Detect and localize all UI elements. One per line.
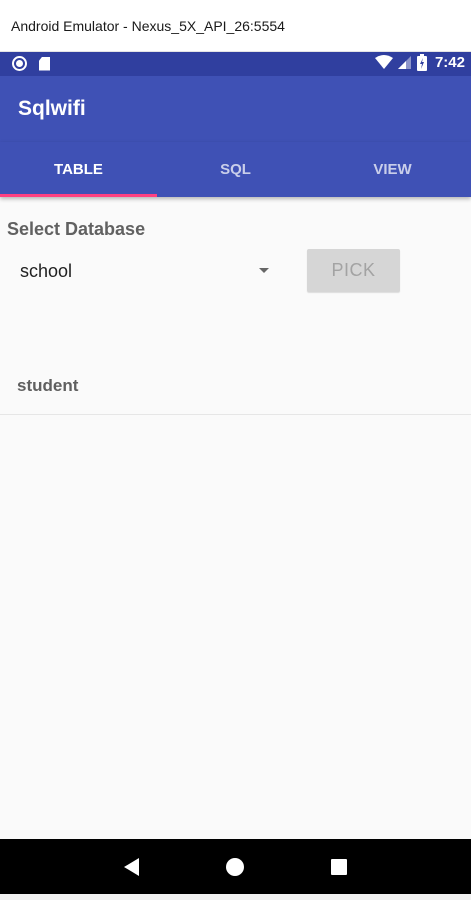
back-button[interactable] xyxy=(112,847,152,887)
status-right-icons: 7:42 xyxy=(374,54,465,71)
wifi-icon xyxy=(374,55,393,69)
back-icon xyxy=(124,857,140,876)
home-button[interactable] xyxy=(215,847,255,887)
database-spinner-value: school xyxy=(20,260,73,281)
tab-sql[interactable]: SQL xyxy=(157,142,314,197)
tab-bar: TABLE SQL VIEW xyxy=(0,142,471,197)
table-list-item-student[interactable]: student xyxy=(0,357,471,415)
cell-signal-icon xyxy=(397,56,411,69)
pick-button[interactable]: PICK xyxy=(307,249,400,292)
status-bar: 7:42 xyxy=(0,52,471,76)
database-spinner[interactable]: school xyxy=(20,249,272,293)
recents-button[interactable] xyxy=(319,847,359,887)
home-icon xyxy=(226,857,245,876)
status-time: 7:42 xyxy=(434,54,465,71)
recents-icon xyxy=(331,858,348,875)
record-circle-icon xyxy=(12,56,27,71)
app-bar: Sqlwifi xyxy=(0,76,471,142)
emulator-window-title: Android Emulator - Nexus_5X_API_26:5554 xyxy=(0,0,471,52)
device-screen: 7:42 Sqlwifi TABLE SQL VIEW Select Datab… xyxy=(0,52,471,900)
background-console-strip xyxy=(0,894,471,900)
navigation-bar xyxy=(0,839,471,894)
dropdown-arrow-icon xyxy=(259,268,269,273)
tab-view[interactable]: VIEW xyxy=(314,142,471,197)
tab-table[interactable]: TABLE xyxy=(0,142,157,197)
status-left-icons xyxy=(12,56,50,71)
sd-card-icon xyxy=(39,56,50,71)
select-database-label: Select Database xyxy=(7,219,146,239)
app-title: Sqlwifi xyxy=(18,97,86,120)
table-tab-content: Select Database school PICK student xyxy=(0,197,471,840)
battery-icon xyxy=(416,54,427,71)
